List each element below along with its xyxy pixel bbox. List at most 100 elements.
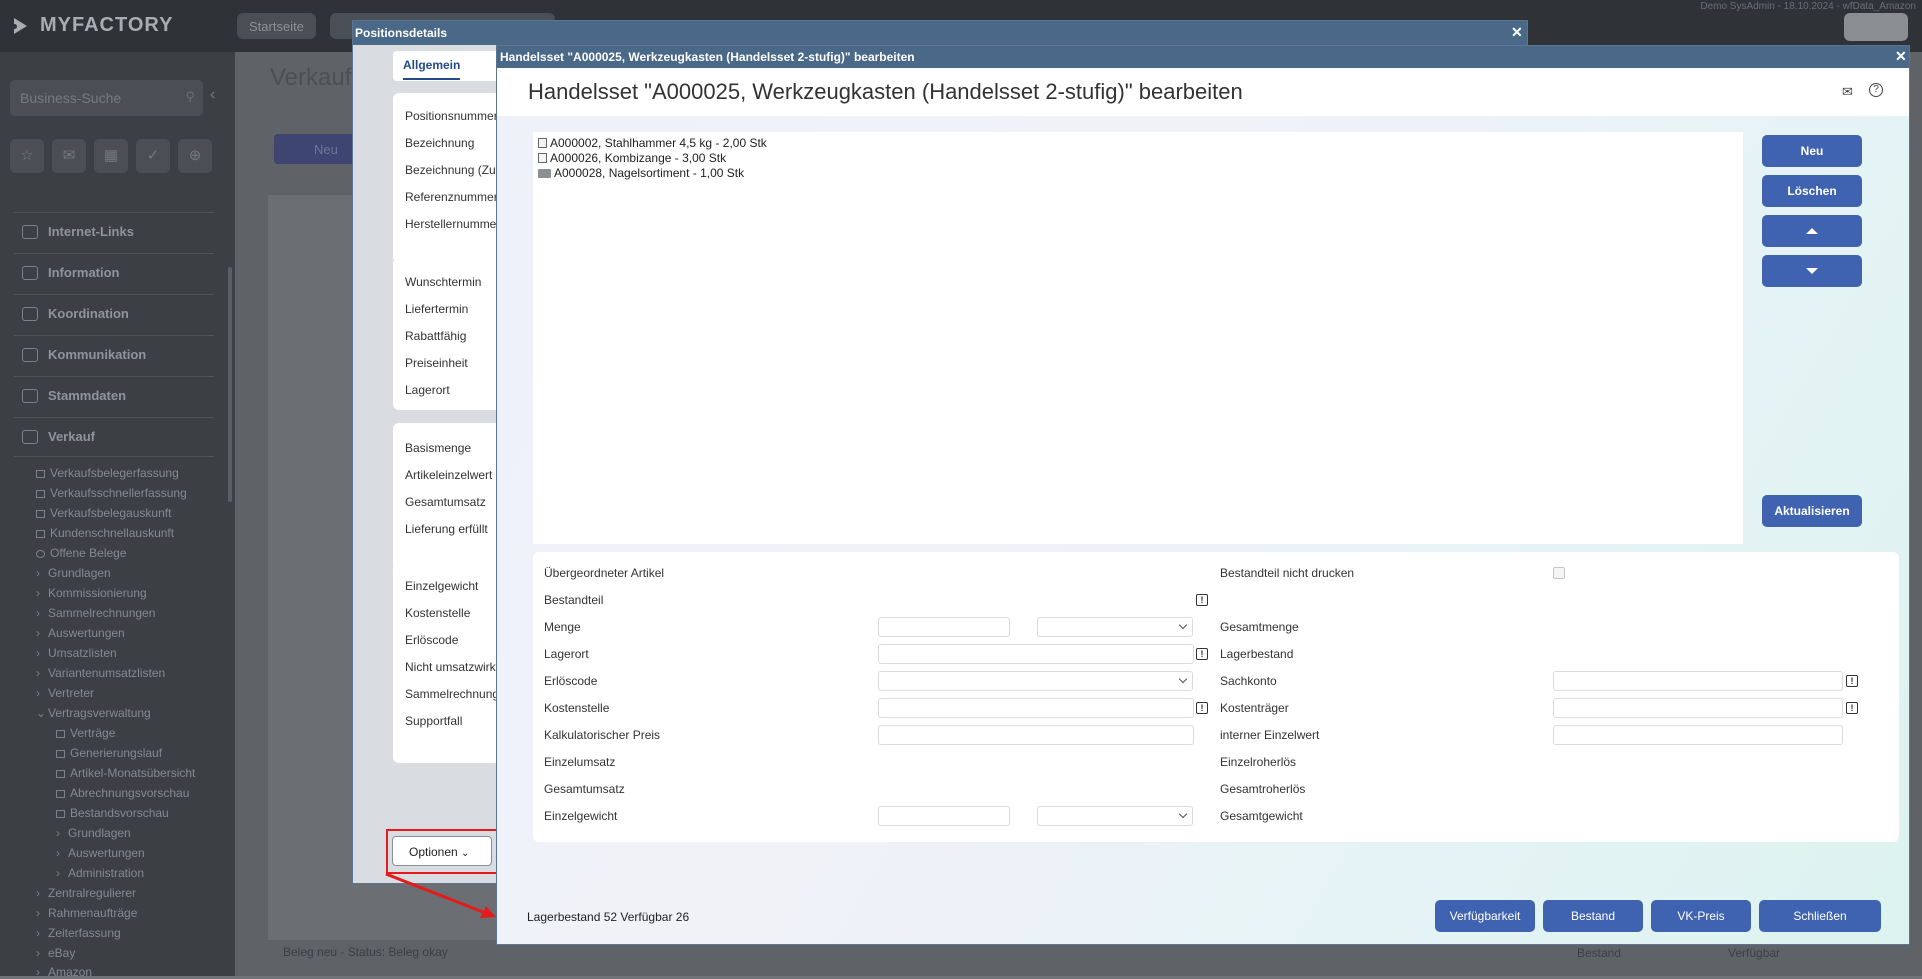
refresh-button[interactable]: Aktualisieren bbox=[1762, 495, 1862, 527]
field-label: interner Einzelwert bbox=[1220, 728, 1320, 742]
menu-information[interactable]: Information bbox=[22, 265, 120, 280]
sidebar-item[interactable]: Verkaufsschnellerfassung bbox=[36, 486, 187, 500]
field-label: Bestandteil nicht drucken bbox=[1220, 566, 1355, 580]
new-button[interactable]: Neu bbox=[274, 134, 354, 164]
sidebar-item-label: Auswertungen bbox=[48, 626, 125, 640]
calendar-icon[interactable]: ▦ bbox=[94, 139, 128, 173]
tree-item[interactable]: A000026, Kombizange - 3,00 Stk bbox=[538, 151, 726, 165]
sachkonto-input[interactable] bbox=[1553, 671, 1843, 691]
sidebar-item[interactable]: › Vertreter bbox=[36, 686, 94, 700]
chevron-right-icon: › bbox=[36, 566, 40, 580]
field-label: Kostenstelle bbox=[544, 701, 610, 715]
sidebar-item[interactable]: › Grundlagen bbox=[36, 566, 111, 580]
sidebar-item-label: Verkaufsbelegauskunft bbox=[50, 506, 172, 520]
components-tree[interactable]: A000002, Stahlhammer 4,5 kg - 2,00 Stk A… bbox=[533, 132, 1743, 544]
verfuegbarkeit-button[interactable]: Verfügbarkeit bbox=[1435, 900, 1535, 932]
sidebar-item[interactable]: › Amazon bbox=[36, 965, 92, 979]
sidebar-item[interactable]: Artikel-Monatsübersicht bbox=[56, 766, 195, 780]
bestand-button[interactable]: Bestand bbox=[1543, 900, 1643, 932]
sidebar-item[interactable]: Abrechnungsvorschau bbox=[56, 786, 189, 800]
field-label: Kostenträger bbox=[1220, 701, 1289, 715]
mail-icon[interactable]: ✉ bbox=[52, 139, 86, 173]
erloescode-select[interactable] bbox=[878, 671, 1193, 691]
menu-stammdaten[interactable]: Stammdaten bbox=[22, 388, 126, 403]
lookup-icon[interactable]: ! bbox=[1846, 702, 1858, 714]
tab-allgemein[interactable]: Allgemein bbox=[393, 51, 503, 81]
menu-koordination[interactable]: Koordination bbox=[22, 306, 129, 321]
move-down-button[interactable] bbox=[1762, 255, 1862, 287]
network-icon bbox=[22, 306, 38, 321]
user-menu-button[interactable] bbox=[1844, 13, 1908, 41]
lagerort-input[interactable] bbox=[878, 644, 1194, 664]
new-button[interactable]: Neu bbox=[1762, 135, 1862, 167]
nicht-drucken-checkbox[interactable] bbox=[1553, 567, 1565, 579]
weight-unit-select[interactable] bbox=[1037, 806, 1193, 826]
menu-internet-links[interactable]: Internet-Links bbox=[22, 224, 134, 239]
tab-startseite[interactable]: Startseite bbox=[237, 13, 316, 39]
add-icon[interactable]: ⊕ bbox=[178, 139, 212, 173]
delete-button[interactable]: Löschen bbox=[1762, 175, 1862, 207]
field-label: Lagerbestand bbox=[1220, 647, 1294, 661]
tree-item[interactable]: A000028, Nagelsortiment - 1,00 Stk bbox=[538, 166, 744, 180]
kostenstelle-input[interactable] bbox=[878, 698, 1194, 718]
sidebar-item[interactable]: › Auswertungen bbox=[36, 626, 125, 640]
sidebar-item-label: Administration bbox=[68, 866, 145, 880]
sidebar-item[interactable]: › Zeiterfassung bbox=[36, 926, 121, 940]
move-up-button[interactable] bbox=[1762, 215, 1862, 247]
search-icon: ⚲ bbox=[185, 89, 195, 104]
sidebar-item-label: Offene Belege bbox=[50, 546, 127, 560]
unit-select[interactable] bbox=[1037, 617, 1193, 637]
tree-item[interactable]: A000002, Stahlhammer 4,5 kg - 2,00 Stk bbox=[538, 136, 767, 150]
sidebar-item[interactable]: › Kommissionierung bbox=[36, 586, 147, 600]
chevron-right-icon: › bbox=[36, 626, 40, 640]
sidebar-item-label: Abrechnungsvorschau bbox=[70, 786, 190, 800]
lookup-icon[interactable]: ! bbox=[1846, 675, 1858, 687]
sidebar-item[interactable]: › Umsatzlisten bbox=[36, 646, 117, 660]
page-icon bbox=[56, 750, 65, 758]
close-icon[interactable]: ✕ bbox=[1511, 24, 1523, 41]
close-button[interactable]: Schließen bbox=[1759, 900, 1881, 932]
help-icon[interactable]: ? bbox=[1869, 83, 1883, 97]
sidebar-item[interactable]: › Rahmenaufträge bbox=[36, 906, 137, 920]
favorites-icon[interactable]: ☆ bbox=[10, 139, 44, 173]
sidebar-item[interactable]: › Sammelrechnungen bbox=[36, 606, 155, 620]
tree-item-label: A000028, Nagelsortiment - 1,00 Stk bbox=[554, 166, 745, 180]
close-icon[interactable]: ✕ bbox=[1895, 48, 1907, 65]
sidebar-item[interactable]: Generierungslauf bbox=[56, 746, 162, 760]
sidebar-item[interactable]: Verkaufsbelegauskunft bbox=[36, 506, 171, 520]
lookup-icon[interactable]: ! bbox=[1196, 702, 1208, 714]
sidebar-item[interactable]: › Administration bbox=[56, 866, 144, 880]
sidebar-item[interactable]: › Variantenumsatzlisten bbox=[36, 666, 165, 680]
window-title: Handelsset "A000025, Werkzeugkasten (Han… bbox=[500, 50, 915, 64]
field-label: Gesamtumsatz bbox=[544, 782, 625, 796]
einzelgewicht-input[interactable] bbox=[878, 806, 1010, 826]
kostentraeger-input[interactable] bbox=[1553, 698, 1843, 718]
sidebar-scrollbar[interactable] bbox=[228, 267, 232, 502]
lookup-icon[interactable]: ! bbox=[1196, 594, 1208, 606]
tasks-icon[interactable]: ✓ bbox=[136, 139, 170, 173]
collapse-sidebar-icon[interactable]: ‹ bbox=[210, 86, 215, 104]
search-input[interactable]: Business-Suche ⚲ bbox=[10, 80, 203, 116]
menge-input[interactable] bbox=[878, 617, 1010, 637]
menu-verkauf[interactable]: Verkauf bbox=[22, 429, 95, 444]
kalk-preis-input[interactable] bbox=[878, 725, 1194, 745]
sidebar-item[interactable]: › Auswertungen bbox=[56, 846, 145, 860]
vk-preis-button[interactable]: VK-Preis bbox=[1651, 900, 1751, 932]
sidebar-item[interactable]: ⌄ Vertragsverwaltung bbox=[36, 706, 151, 720]
menu-kommunikation[interactable]: Kommunikation bbox=[22, 347, 146, 362]
sidebar-item[interactable]: Verkaufsbelegerfassung bbox=[36, 466, 179, 480]
sidebar-item[interactable]: › Zentralregulierer bbox=[36, 886, 136, 900]
sidebar-item[interactable]: Verträge bbox=[56, 726, 115, 740]
chevron-right-icon: › bbox=[36, 965, 40, 979]
mail-icon[interactable]: ✉ bbox=[1842, 84, 1853, 100]
page-icon bbox=[56, 810, 65, 818]
interner-einzelwert-input[interactable] bbox=[1553, 725, 1843, 745]
component-details-form: Übergeordneter Artikel Bestandteil ! Men… bbox=[533, 552, 1899, 842]
lookup-icon[interactable]: ! bbox=[1196, 648, 1208, 660]
sidebar-item[interactable]: Bestandsvorschau bbox=[56, 806, 169, 820]
chevron-right-icon: › bbox=[36, 926, 40, 940]
sidebar-item[interactable]: › Grundlagen bbox=[56, 826, 131, 840]
sidebar-item[interactable]: Offene Belege bbox=[36, 546, 127, 560]
sidebar-item[interactable]: › eBay bbox=[36, 946, 75, 960]
sidebar-item[interactable]: Kundenschnellauskunft bbox=[36, 526, 174, 540]
